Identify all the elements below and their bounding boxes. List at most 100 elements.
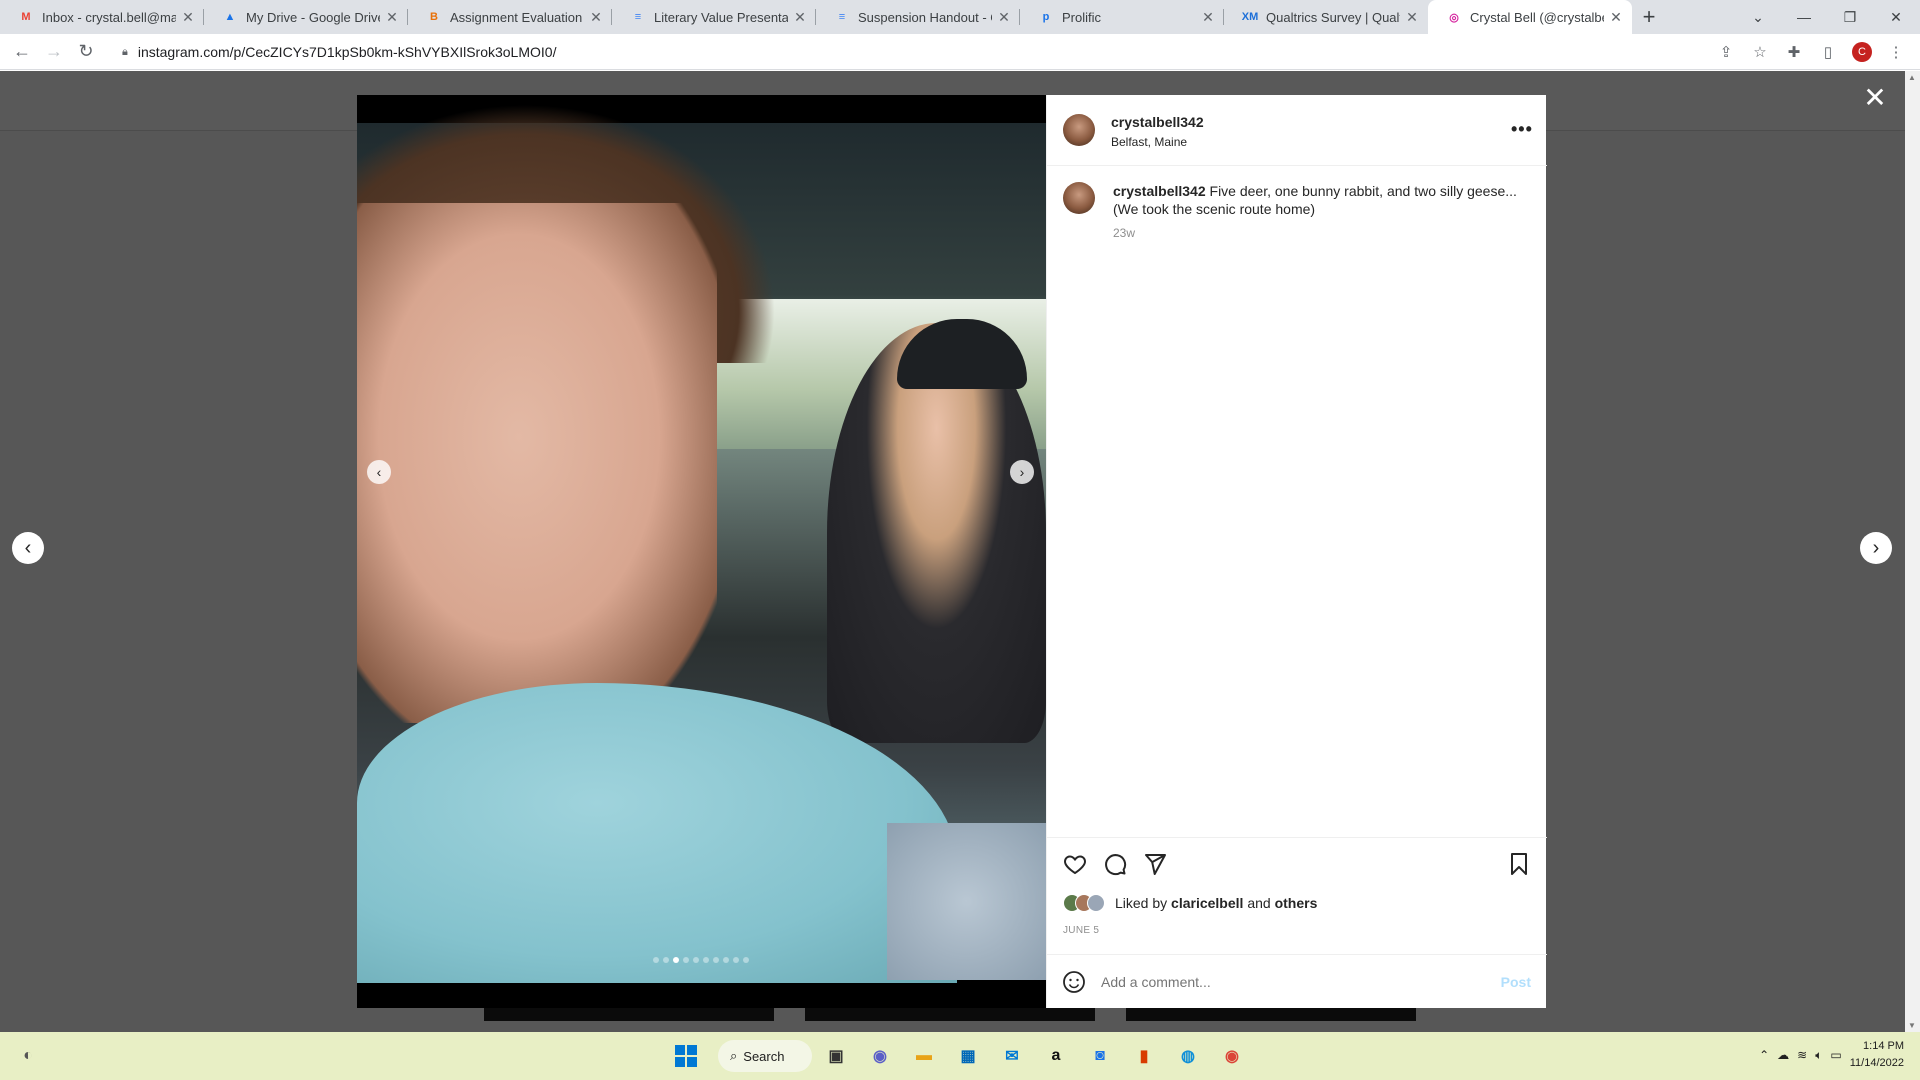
- tab-title: Prolific: [1062, 9, 1102, 25]
- start-button[interactable]: [670, 1040, 702, 1072]
- profile-avatar[interactable]: C: [1848, 38, 1876, 66]
- tab-close-icon[interactable]: ✕: [1200, 9, 1216, 26]
- clock[interactable]: 1:14 PM 11/14/2022: [1850, 1038, 1904, 1072]
- tab-close-icon[interactable]: ✕: [1404, 9, 1420, 26]
- new-tab-button[interactable]: +: [1632, 0, 1666, 34]
- comment-input[interactable]: [1101, 974, 1501, 990]
- post-username[interactable]: crystalbell342: [1111, 114, 1204, 130]
- windows-taskbar: ◐ ⌕ Search ▣ ◉ ▬ ▦ ✉ a ◙ ▮ ◍ ◉ ⌃ ☁ ≋ 🔈︎ …: [0, 1032, 1920, 1080]
- page-scrollbar[interactable]: ▲ ▼: [1905, 71, 1920, 1032]
- reload-button[interactable]: ↻: [70, 36, 102, 68]
- heart-icon[interactable]: [1061, 850, 1089, 878]
- save-bookmark-icon[interactable]: [1505, 850, 1533, 878]
- battery-icon[interactable]: ▭: [1830, 1048, 1841, 1062]
- browser-toolbar: ← → ↻ 🔒︎ instagram.com/p/CecZICYs7D1kpSb…: [0, 34, 1920, 70]
- browser-tab[interactable]: B Assignment Evaluation - M✕: [408, 0, 612, 34]
- tab-close-icon[interactable]: ✕: [792, 9, 808, 26]
- tab-title: Literary Value Presentation: [654, 9, 788, 25]
- volume-muted-icon[interactable]: 🔈︎: [1815, 1048, 1822, 1063]
- post-caption: crystalbell342 Five deer, one bunny rabb…: [1113, 182, 1523, 218]
- browser-tab[interactable]: ◎ Crystal Bell (@crystalbell34✕: [1428, 0, 1632, 34]
- carousel-dot: [703, 957, 709, 963]
- carousel-dot: [683, 957, 689, 963]
- address-bar[interactable]: 🔒︎ instagram.com/p/CecZICYs7D1kpSb0km-kS…: [110, 38, 1750, 66]
- office-icon[interactable]: ▮: [1128, 1040, 1160, 1072]
- post-side-panel: crystalbell342 Belfast, Maine ••• crysta…: [1046, 95, 1547, 1008]
- edge-icon[interactable]: ◍: [1172, 1040, 1204, 1072]
- previous-post-button[interactable]: ‹: [12, 532, 44, 564]
- chevron-up-icon[interactable]: ⌃: [1759, 1048, 1769, 1062]
- app-icon[interactable]: ◙: [1084, 1040, 1116, 1072]
- share-icon[interactable]: ⇪: [1712, 38, 1740, 66]
- likes-summary: Liked by claricelbell and others: [1063, 894, 1317, 912]
- clock-date: 11/14/2022: [1849, 1057, 1904, 1069]
- browser-tab[interactable]: M Inbox - crystal.bell@maine✕: [0, 0, 204, 34]
- task-view-icon[interactable]: ▣: [820, 1040, 852, 1072]
- tab-search-icon[interactable]: ⌄: [1736, 0, 1780, 34]
- avatar[interactable]: [1063, 114, 1095, 146]
- carousel-prev-button[interactable]: ‹: [367, 460, 391, 484]
- carousel-dot: [713, 957, 719, 963]
- tab-close-icon[interactable]: ✕: [996, 9, 1012, 26]
- tab-close-icon[interactable]: ✕: [1608, 9, 1624, 26]
- browser-tab[interactable]: XM Qualtrics Survey | Qualtrics✕: [1224, 0, 1428, 34]
- maximize-button[interactable]: ❐: [1828, 0, 1872, 34]
- tab-title: My Drive - Google Drive: [246, 9, 380, 25]
- brightspace-icon: B: [430, 11, 438, 23]
- widgets-icon[interactable]: ◐: [12, 1040, 44, 1072]
- carousel-dot: [653, 957, 659, 963]
- next-post-button[interactable]: ›: [1860, 532, 1892, 564]
- teams-chat-icon[interactable]: ◉: [864, 1040, 896, 1072]
- minimize-button[interactable]: —: [1782, 0, 1826, 34]
- caption-avatar[interactable]: [1063, 182, 1095, 214]
- browser-tab[interactable]: ≡ Literary Value Presentation✕: [612, 0, 816, 34]
- close-window-button[interactable]: ✕: [1874, 0, 1918, 34]
- post-comment-button[interactable]: Post: [1501, 974, 1531, 990]
- tab-title: Crystal Bell (@crystalbell34: [1470, 9, 1604, 25]
- bookmark-star-icon[interactable]: ☆: [1746, 38, 1774, 66]
- prolific-icon: p: [1042, 11, 1050, 23]
- browser-tab[interactable]: ▲ My Drive - Google Drive ✕: [204, 0, 408, 34]
- caption-username[interactable]: crystalbell342: [1113, 183, 1206, 199]
- liked-user[interactable]: claricelbell: [1171, 895, 1243, 911]
- wifi-icon[interactable]: ≋: [1797, 1048, 1807, 1062]
- extensions-icon[interactable]: ✚: [1780, 38, 1808, 66]
- taskbar-search[interactable]: ⌕ Search: [718, 1040, 812, 1072]
- chrome-icon[interactable]: ◉: [1216, 1040, 1248, 1072]
- liker-avatar[interactable]: [1087, 894, 1105, 912]
- share-icon[interactable]: [1141, 850, 1169, 878]
- url-text: instagram.com/p/CecZICYs7D1kpSb0km-kShVY…: [137, 44, 557, 60]
- side-panel-icon[interactable]: ▯: [1814, 38, 1842, 66]
- more-options-icon[interactable]: •••: [1511, 119, 1533, 140]
- tab-title: Inbox - crystal.bell@maine: [42, 9, 176, 25]
- emoji-icon[interactable]: [1061, 969, 1087, 995]
- carousel-dot: [663, 957, 669, 963]
- docs-icon: ≡: [838, 11, 846, 23]
- onedrive-icon[interactable]: ☁: [1777, 1048, 1789, 1062]
- tab-close-icon[interactable]: ✕: [384, 9, 400, 26]
- browser-tab[interactable]: ≡ Suspension Handout - Goo✕: [816, 0, 1020, 34]
- carousel-dot: [733, 957, 739, 963]
- instagram-page: ▲ ▼ ✕ ‹ › ‹ › crystalbell342 Belfast, Ma…: [0, 71, 1920, 1032]
- close-icon[interactable]: ✕: [1862, 84, 1888, 112]
- comment-icon[interactable]: [1101, 850, 1129, 878]
- forward-button[interactable]: →: [38, 36, 70, 68]
- post-modal: ‹ › crystalbell342 Belfast, Maine ••• cr…: [357, 95, 1547, 1008]
- browser-tab[interactable]: p Prolific ✕: [1020, 0, 1224, 34]
- drive-icon: ▲: [224, 11, 236, 23]
- store-icon[interactable]: ▦: [952, 1040, 984, 1072]
- back-button[interactable]: ←: [6, 36, 38, 68]
- instagram-icon: ◎: [1449, 11, 1459, 24]
- tab-title: Suspension Handout - Goo: [858, 9, 992, 25]
- file-explorer-icon[interactable]: ▬: [908, 1040, 940, 1072]
- post-date[interactable]: JUNE 5: [1063, 925, 1099, 936]
- mail-icon[interactable]: ✉: [996, 1040, 1028, 1072]
- liked-others[interactable]: others: [1275, 895, 1318, 911]
- post-location[interactable]: Belfast, Maine: [1111, 135, 1187, 149]
- tab-close-icon[interactable]: ✕: [588, 9, 604, 26]
- tab-close-icon[interactable]: ✕: [180, 9, 196, 26]
- carousel-next-button[interactable]: ›: [1010, 460, 1034, 484]
- menu-icon[interactable]: ⋮: [1882, 38, 1910, 66]
- post-actions: Liked by claricelbell and others JUNE 5 …: [1047, 837, 1547, 1008]
- amazon-icon[interactable]: a: [1040, 1040, 1072, 1072]
